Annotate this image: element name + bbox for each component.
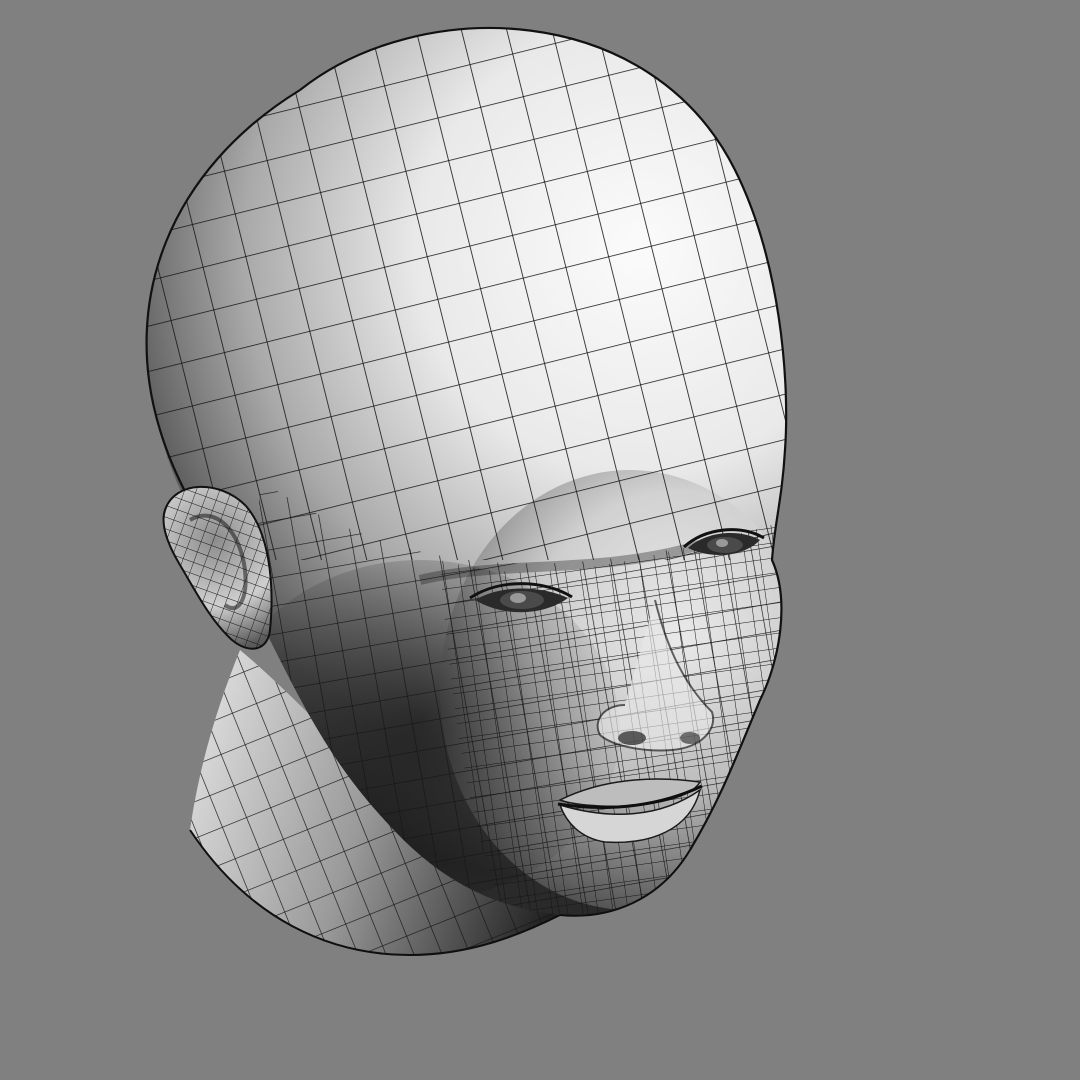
viewport-3d[interactable] bbox=[0, 0, 1080, 1080]
head-wireframe-render bbox=[145, 26, 788, 957]
